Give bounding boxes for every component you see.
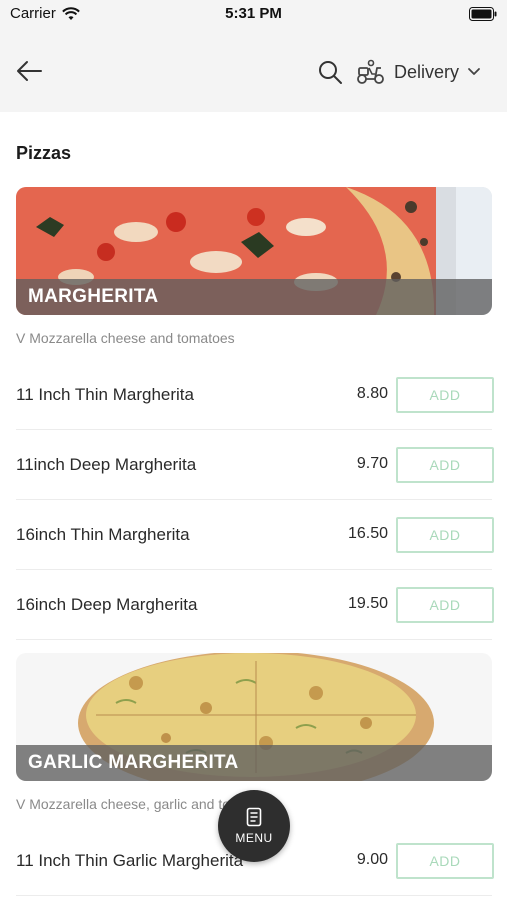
item-name: 11inch Deep Margherita xyxy=(16,455,197,474)
menu-button[interactable]: MENU xyxy=(218,790,290,862)
item-price: 9.70 xyxy=(356,455,388,472)
item-price: 19.50 xyxy=(347,595,388,612)
delivery-selector[interactable]: Delivery xyxy=(356,56,481,88)
item-price: 9.00 xyxy=(356,851,388,868)
menu-item-row: 16inch Thin Margherita 16.50 ADD xyxy=(16,500,494,570)
add-button[interactable]: ADD xyxy=(396,377,494,413)
item-price: 16.50 xyxy=(347,525,388,542)
product-banner-margherita[interactable]: MARGHERITA xyxy=(16,187,492,315)
product-title: GARLIC MARGHERITA xyxy=(28,752,239,773)
item-name: 11 Inch Thin Garlic Margherita xyxy=(16,851,244,870)
status-bar: Carrier 5:31 PM xyxy=(0,0,507,30)
scooter-icon xyxy=(357,59,384,84)
section-title: Pizzas xyxy=(16,143,72,163)
menu-book-icon xyxy=(246,807,262,827)
item-name: 16inch Thin Margherita xyxy=(16,525,190,544)
item-price: 8.80 xyxy=(356,385,388,402)
add-button[interactable]: ADD xyxy=(396,517,494,553)
menu-button-label: MENU xyxy=(235,831,273,845)
nav-bar: Delivery xyxy=(0,30,507,112)
delivery-label: Delivery xyxy=(394,61,460,82)
add-button[interactable]: ADD xyxy=(396,843,494,879)
product-description: V Mozzarella cheese and tomatoes xyxy=(16,330,235,346)
chevron-down-icon xyxy=(468,68,480,75)
add-button[interactable]: ADD xyxy=(396,447,494,483)
product-banner-garlic-margherita[interactable]: GARLIC MARGHERITA xyxy=(16,653,492,781)
product-title: MARGHERITA xyxy=(28,286,159,307)
menu-item-row: 11inch Deep Margherita 9.70 ADD xyxy=(16,430,494,500)
search-icon[interactable] xyxy=(316,58,344,86)
item-name: 11 Inch Thin Margherita xyxy=(16,385,194,404)
status-time: 5:31 PM xyxy=(225,5,282,22)
menu-item-row: 11 Inch Thin Margherita 8.80 ADD xyxy=(16,360,494,430)
add-button[interactable]: ADD xyxy=(396,587,494,623)
back-button[interactable] xyxy=(12,54,46,88)
battery-icon xyxy=(469,7,497,21)
menu-item-row: 16inch Deep Margherita 19.50 ADD xyxy=(16,570,494,640)
item-name: 16inch Deep Margherita xyxy=(16,595,198,614)
arrow-left-icon xyxy=(17,61,42,81)
